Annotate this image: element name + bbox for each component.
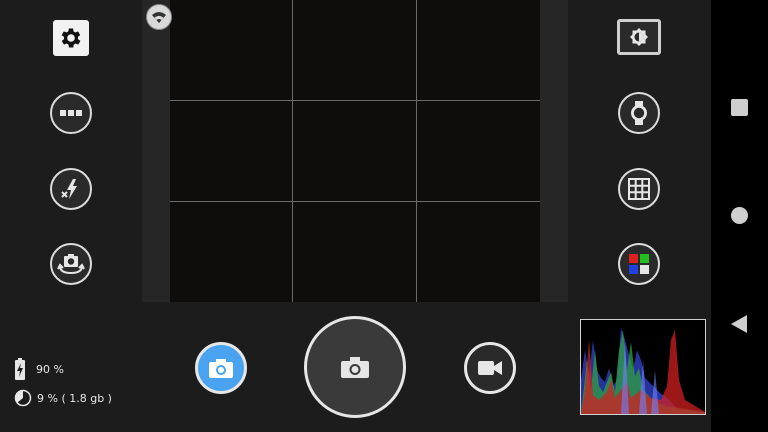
home-icon[interactable] <box>731 207 748 224</box>
camera-icon <box>341 357 369 378</box>
camera-icon <box>209 359 233 378</box>
video-camera-icon <box>478 361 502 375</box>
flash-off-icon <box>61 179 77 199</box>
grid-icon <box>628 178 650 200</box>
video-mode-button[interactable] <box>464 342 516 394</box>
switch-camera-button[interactable] <box>50 243 92 285</box>
battery-level: 90 % <box>36 362 64 376</box>
storage-pie-icon <box>14 389 32 407</box>
wifi-icon <box>146 4 172 30</box>
grid-line <box>170 201 540 202</box>
grid-line <box>170 100 540 101</box>
storage-level: 9 % ( 1.8 gb ) <box>37 391 112 405</box>
color-effect-icon <box>629 254 649 274</box>
camera-screen: 90 % 9 % ( 1.8 gb ) <box>0 0 711 432</box>
histogram <box>580 319 706 415</box>
shutter-button[interactable] <box>304 316 406 418</box>
photo-mode-button[interactable] <box>195 342 247 394</box>
gear-icon <box>61 28 81 48</box>
back-icon[interactable] <box>730 314 748 334</box>
viewfinder[interactable] <box>170 0 540 302</box>
battery-status: 90 % <box>14 357 64 381</box>
recents-icon[interactable] <box>731 99 748 116</box>
histogram-graph <box>581 328 705 414</box>
grid-button[interactable] <box>618 168 660 210</box>
grid-line <box>292 0 293 302</box>
more-button[interactable] <box>50 92 92 134</box>
watch-icon <box>631 101 647 125</box>
settings-button[interactable] <box>53 20 89 56</box>
grid-line <box>416 0 417 302</box>
exposure-icon <box>630 28 648 46</box>
navigation-bar <box>711 0 768 432</box>
more-dots-icon <box>60 110 82 116</box>
exposure-button[interactable] <box>617 19 661 55</box>
battery-charging-icon <box>15 358 25 380</box>
camera-preview[interactable] <box>142 0 568 302</box>
color-effect-button[interactable] <box>618 243 660 285</box>
switch-camera-icon <box>57 254 85 275</box>
white-balance-button[interactable] <box>618 92 660 134</box>
flash-button[interactable] <box>50 168 92 210</box>
storage-status: 9 % ( 1.8 gb ) <box>14 389 112 407</box>
